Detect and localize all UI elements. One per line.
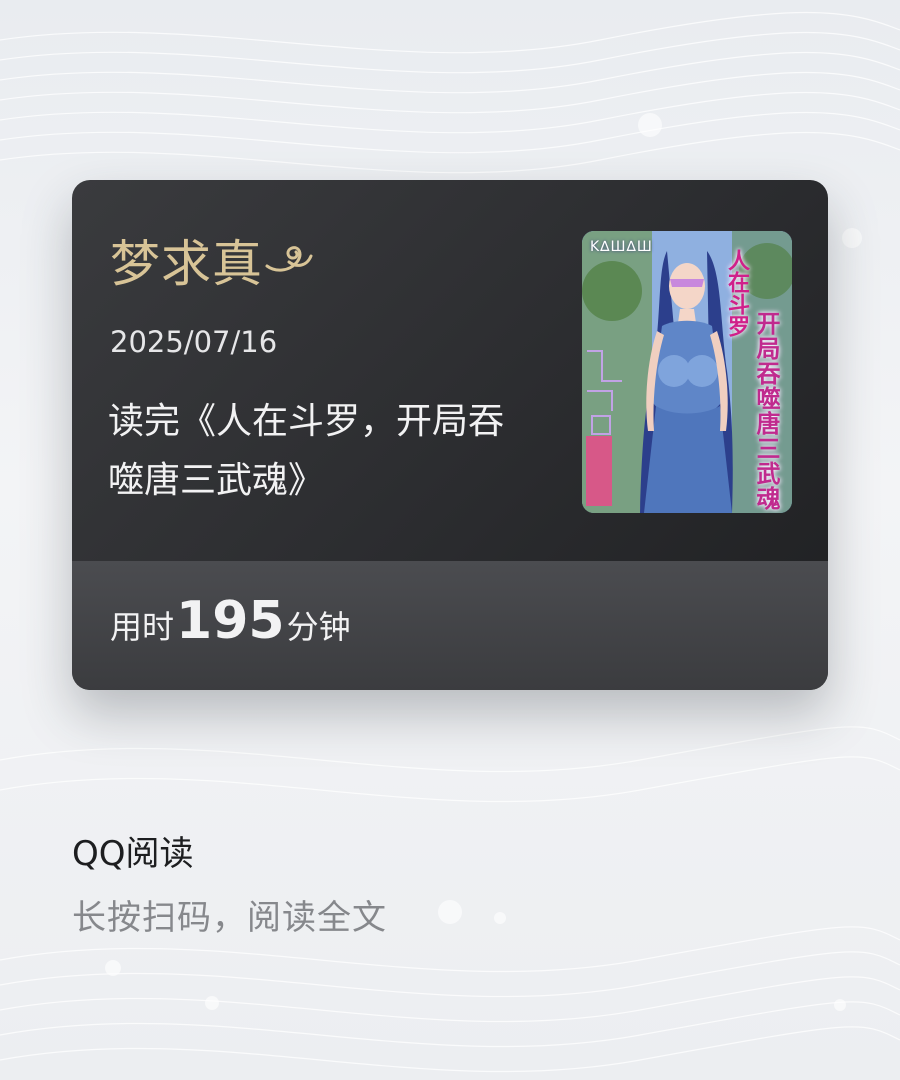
cover-title-side: 开局吞噬唐三武魂 <box>752 311 780 511</box>
scan-hint: 长按扫码，阅读全文 <box>72 898 387 938</box>
app-name: QQ阅读 <box>72 834 194 874</box>
cover-publisher-mark: K∆Ш∆Ш <box>590 239 653 255</box>
card-top-section: 梦求真 2025/07/16 读完《人在斗罗，开局吞噬唐三武魂》 K∆Ш∆Ш 人… <box>72 180 828 561</box>
author-name: 梦求真 <box>110 235 263 293</box>
record-date: 2025/07/16 <box>110 325 278 359</box>
reading-time: 用时 195 分钟 <box>110 591 351 657</box>
reading-time-suffix: 分钟 <box>286 608 351 646</box>
cover-title-top: 人在斗罗 <box>724 249 749 337</box>
book-cover[interactable]: K∆Ш∆Ш 人在斗罗 开局吞噬唐三武魂 <box>582 231 792 513</box>
reading-record-card: 梦求真 2025/07/16 读完《人在斗罗，开局吞噬唐三武魂》 K∆Ш∆Ш 人… <box>72 180 828 690</box>
flourish-icon <box>265 246 313 272</box>
reading-time-minutes: 195 <box>176 591 285 651</box>
reading-time-section: 用时 195 分钟 <box>72 561 828 690</box>
book-title: 读完《人在斗罗，开局吞噬唐三武魂》 <box>108 401 505 501</box>
reading-time-prefix: 用时 <box>110 608 175 646</box>
author-row: 梦求真 <box>110 234 313 294</box>
